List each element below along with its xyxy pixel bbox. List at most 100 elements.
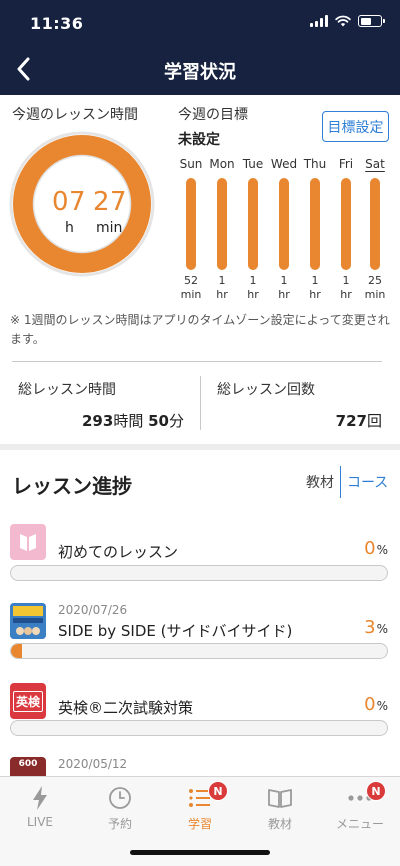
course-item[interactable]: 2020/07/26 SIDE by SIDE (サイドバイサイド) 3% — [10, 603, 390, 663]
total-lesson-time-value: 293時間 50分 — [70, 410, 184, 431]
weekly-goal-value: 未設定 — [178, 132, 220, 148]
section-separator — [0, 444, 400, 450]
divider — [12, 361, 382, 362]
tab-label: 教材 — [267, 817, 292, 831]
eiken-icon-text: 英検 — [12, 690, 43, 712]
weekly-goal-label: 今週の目標 — [178, 107, 248, 123]
day-unit: hr — [216, 288, 228, 301]
day-value: 1 — [342, 274, 350, 287]
day-bar — [310, 178, 320, 270]
course-item[interactable]: 600 2020/05/12 — [10, 757, 390, 777]
total-minutes-unit: 分 — [168, 412, 184, 430]
total-lesson-count-label: 総レッスン回数 — [217, 382, 315, 398]
day-column-sat: Sat 25 min — [360, 157, 390, 302]
side-by-side-book-icon — [10, 603, 46, 639]
minutes-unit: min — [96, 220, 123, 236]
total-lesson-count-value: 727回 — [280, 410, 382, 431]
day-column-fri: Fri 1 hr — [331, 157, 361, 302]
tab-course[interactable]: コース — [341, 472, 394, 492]
percent-value: 0 — [364, 538, 376, 559]
tab-label: LIVE — [26, 815, 53, 829]
day-value: 1 — [280, 274, 288, 287]
book-icon — [268, 789, 292, 808]
day-column-thu: Thu 1 hr — [300, 157, 330, 302]
course-name: SIDE by SIDE (サイドバイサイド) — [58, 622, 293, 640]
percent-value: 0 — [364, 694, 376, 715]
course-percent: 0% — [364, 694, 388, 715]
course-date: 2020/05/12 — [58, 757, 128, 771]
notification-badge: N — [208, 781, 228, 801]
day-value: 25 — [368, 274, 382, 287]
weekly-hours-value: 07 — [52, 187, 87, 217]
course-name: 英検®二次試験対策 — [58, 699, 194, 717]
tabbar-item-menu[interactable]: N メニュー — [320, 781, 400, 832]
tabbar-item-live[interactable]: LIVE — [0, 783, 80, 829]
day-name: Fri — [338, 157, 354, 171]
clock-icon — [109, 787, 131, 809]
day-bar — [248, 178, 258, 270]
page-title: 学習状況 — [164, 62, 236, 83]
day-value: 1 — [218, 274, 226, 287]
day-column-tue: Tue 1 hr — [238, 157, 268, 302]
hours-unit: h — [65, 220, 74, 236]
percent-value: 3 — [364, 617, 376, 638]
course-item[interactable]: 英検 英検®二次試験対策 0% — [10, 683, 390, 743]
day-column-wed: Wed 1 hr — [269, 157, 299, 302]
course-progress-bar — [10, 565, 388, 581]
day-name-today: Sat — [365, 157, 385, 171]
day-bar — [186, 178, 196, 270]
tab-label: 予約 — [107, 817, 132, 831]
tabbar-item-reservation[interactable]: 予約 — [80, 783, 160, 832]
day-value: 1 — [311, 274, 319, 287]
total-count: 727 — [335, 412, 367, 430]
course-progress-bar — [10, 643, 388, 659]
bolt-icon — [33, 786, 47, 810]
day-unit: min — [180, 288, 202, 301]
tab-label: 学習 — [187, 817, 212, 831]
lesson-progress-title: レッスン進捗 — [12, 474, 132, 498]
day-unit: hr — [309, 288, 321, 301]
total-hours-unit: 時間 — [113, 412, 144, 430]
day-name: Sun — [179, 157, 203, 171]
battery-icon — [358, 15, 385, 27]
total-hours: 293 — [82, 412, 114, 430]
day-bar — [217, 178, 227, 270]
eiken-badge-icon: 英検 — [10, 683, 46, 719]
day-unit: hr — [247, 288, 259, 301]
total-count-unit: 回 — [366, 412, 382, 430]
toeic-icon-text: 600 — [18, 759, 38, 769]
day-value: 1 — [249, 274, 257, 287]
day-unit: hr — [340, 288, 352, 301]
tabbar-item-study[interactable]: N 学習 — [160, 781, 240, 832]
day-column-mon: Mon 1 hr — [207, 157, 237, 302]
course-progress-bar — [10, 720, 388, 736]
progress-tabs: 教材 コース — [300, 466, 394, 498]
wifi-icon — [335, 15, 351, 27]
timezone-note: ※ 1週間のレッスン時間はアプリのタイムゾーン設定によって変更されます。 — [10, 313, 390, 346]
total-minutes: 50 — [148, 412, 169, 430]
percent-unit: % — [376, 543, 388, 557]
course-name: 初めてのレッスン — [58, 543, 179, 561]
daily-lesson-bars: Sun 52 min Mon 1 hr Tue 1 hr Wed 1 hr Thu 1h… — [176, 157, 390, 303]
day-column-sun: Sun 52 min — [176, 157, 206, 302]
course-item[interactable]: 初めてのレッスン 0% — [10, 524, 390, 584]
course-date: 2020/07/26 — [58, 603, 128, 617]
set-goal-button[interactable]: 目標設定 — [322, 111, 389, 142]
status-time: 11:36 — [30, 14, 84, 33]
weekly-minutes-value: 27 — [93, 187, 128, 217]
tabbar-item-materials[interactable]: 教材 — [240, 783, 320, 832]
day-value: 52 — [184, 274, 198, 287]
progress-fill — [11, 644, 23, 658]
tab-material[interactable]: 教材 — [300, 472, 340, 492]
course-percent: 0% — [364, 538, 388, 559]
day-bar — [370, 178, 380, 270]
day-unit: min — [364, 288, 386, 301]
day-bar — [341, 178, 351, 270]
weekly-lesson-time-label: 今週のレッスン時間 — [12, 107, 138, 123]
day-unit: hr — [278, 288, 290, 301]
toeic-book-icon: 600 — [10, 757, 46, 777]
stat-divider — [200, 376, 201, 430]
open-book-icon — [10, 524, 46, 560]
home-indicator — [130, 850, 270, 855]
notification-badge: N — [366, 781, 386, 801]
